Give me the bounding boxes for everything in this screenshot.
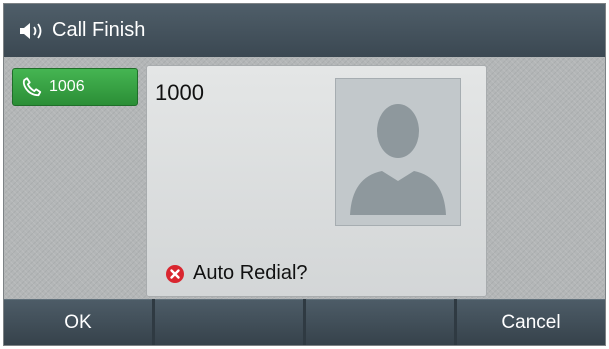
line-key-label: 1006	[49, 78, 85, 95]
cancel-softkey[interactable]: Cancel	[457, 299, 605, 345]
caller-number: 1000	[155, 80, 204, 105]
speaker-icon	[20, 22, 42, 39]
contact-avatar	[335, 78, 461, 226]
ok-softkey[interactable]: OK	[4, 299, 152, 345]
contact-silhouette-icon	[350, 104, 446, 215]
status-text: Auto Redial?	[193, 262, 308, 284]
call-info-card: 1000 Auto Redial?	[146, 65, 487, 297]
softkey-bar: OK Cancel	[4, 299, 605, 345]
error-x-icon	[166, 264, 184, 283]
auto-redial-prompt: Auto Redial?	[165, 262, 308, 285]
line-key-1006[interactable]: 1006	[12, 68, 138, 106]
page-title: Call Finish	[52, 19, 146, 41]
softkey-3[interactable]	[306, 299, 454, 345]
phone-screen: Call Finish 1006 1000 Auto Redial? OK Ca…	[3, 3, 606, 346]
softkey-2[interactable]	[155, 299, 303, 345]
handset-icon	[22, 77, 42, 97]
title-bar: Call Finish	[4, 4, 605, 57]
call-area: 1006 1000 Auto Redial?	[4, 57, 605, 301]
